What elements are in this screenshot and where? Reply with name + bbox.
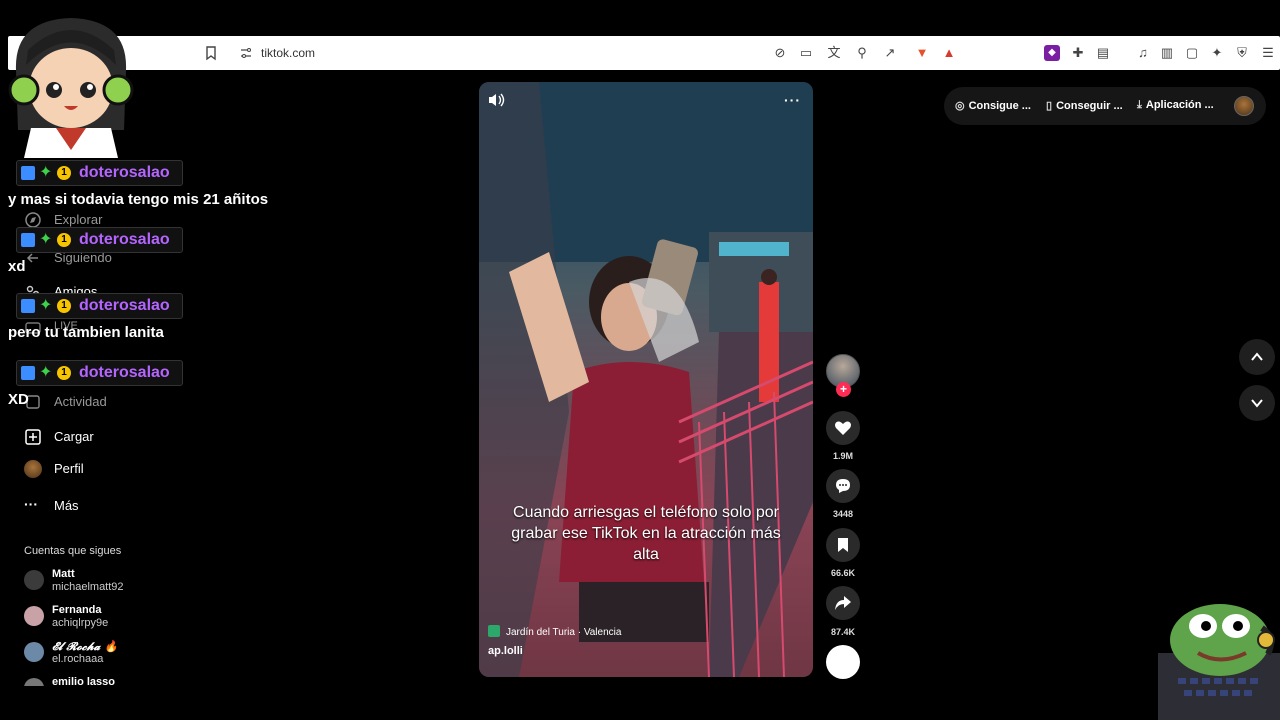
no-translate-icon[interactable]: ⊘: [772, 45, 788, 61]
share-button[interactable]: [826, 586, 860, 620]
profile-icon: [24, 460, 42, 478]
chat-user-badge: ✦ 1 doterosalao: [16, 227, 183, 253]
get-coins-button[interactable]: ◎ Consigue ...: [955, 99, 1031, 112]
badge-icon: [21, 166, 35, 180]
bookmark-icon[interactable]: [204, 45, 218, 61]
chat-message: y mas si todavia tengo mis 21 añitos: [8, 191, 269, 208]
avatar: [24, 570, 44, 590]
top-actions: ◎ Consigue ... ▯ Conseguir ... ⤓ Aplicación…: [944, 87, 1266, 125]
account-item[interactable]: emilio lasso: [24, 676, 224, 686]
music-icon[interactable]: ♫: [1135, 45, 1151, 61]
share-count: 87.4K: [830, 627, 856, 637]
reader-icon[interactable]: ▤: [1095, 45, 1111, 61]
badge-icon: [21, 233, 35, 247]
site-settings-icon[interactable]: [240, 47, 252, 59]
account-item[interactable]: Matt michaelmatt92: [24, 568, 224, 598]
more-icon: ···: [24, 496, 38, 512]
download-icon: ⤓: [1137, 99, 1142, 111]
coin-icon: ◎: [955, 100, 965, 112]
get-app-button[interactable]: ▯ Conseguir ...: [1046, 99, 1123, 112]
badge-icon: ✦: [39, 364, 53, 381]
badge-icon: 1: [57, 233, 71, 247]
save-count: 66.6K: [830, 568, 856, 578]
follow-button[interactable]: +: [836, 382, 851, 397]
more-options-icon[interactable]: ···: [784, 92, 801, 108]
rewards-icon[interactable]: ▲: [941, 45, 957, 61]
chat-message: pero tu tambien lanita: [8, 324, 164, 341]
chevron-down-icon: [1251, 399, 1263, 408]
streamer-avatar: [8, 18, 134, 158]
music-disc[interactable]: [826, 645, 860, 679]
browser-toolbar: tiktok.com ⊘ ▭ 文 ⚲ ↗ ▼ ▲ ◆ ✚ ▤ ♫ ▥ ▢ ✦ ⛨…: [8, 36, 1280, 70]
video-frame: [479, 82, 813, 677]
bookmark-icon: [838, 538, 848, 552]
badge-icon: ✦: [39, 164, 53, 181]
heart-icon: [835, 421, 851, 435]
zoom-icon[interactable]: ⚲: [854, 45, 870, 61]
pepe-overlay: [1158, 604, 1280, 720]
account-item[interactable]: 𝓔𝓵 𝓡𝓸𝓬𝓱𝓪 🔥 el.rochaaa: [24, 640, 224, 670]
chat-message: XD: [8, 391, 29, 408]
badge-icon: [21, 299, 35, 313]
badge-icon: 1: [57, 366, 71, 380]
ai-icon[interactable]: ✦: [1209, 45, 1225, 61]
volume-icon[interactable]: [487, 92, 505, 108]
video-author[interactable]: ap.lolli: [488, 645, 523, 657]
profile-avatar[interactable]: [1234, 96, 1254, 116]
video-player[interactable]: ··· Cuando arriesgas el teléfono solo po…: [479, 82, 813, 677]
badge-icon: 1: [57, 299, 71, 313]
video-caption: Cuando arriesgas el teléfono solo por gr…: [511, 504, 781, 563]
upload-icon: [25, 429, 41, 445]
badge-icon: 1: [57, 166, 71, 180]
comment-icon: [836, 479, 850, 493]
chat-user-badge: ✦ 1 doterosalao: [16, 160, 183, 186]
url-text: tiktok.com: [261, 46, 316, 60]
video-location[interactable]: Jardín del Turia · Valencia: [488, 625, 621, 638]
desktop-app-button[interactable]: ⤓ Aplicación ...: [1137, 99, 1214, 112]
avatar: [24, 642, 44, 662]
following-section-title: Cuentas que sigues: [24, 545, 122, 557]
chevron-up-icon: [1251, 352, 1263, 361]
chat-user-badge: ✦ 1 doterosalao: [16, 293, 183, 319]
location-icon: [488, 625, 500, 637]
share-icon: [835, 596, 851, 610]
extension-icon[interactable]: ◆: [1044, 45, 1060, 61]
chat-user-badge: ✦ 1 doterosalao: [16, 360, 183, 386]
share-icon[interactable]: ↗: [882, 45, 898, 61]
avatar: [24, 606, 44, 626]
next-video-button[interactable]: [1239, 385, 1275, 421]
brave-shield-icon[interactable]: ▼: [914, 45, 930, 61]
cast-icon[interactable]: ▭: [798, 45, 814, 61]
comment-button[interactable]: [826, 469, 860, 503]
translate-icon[interactable]: 文: [826, 45, 842, 61]
badge-icon: ✦: [39, 297, 53, 314]
comment-count: 3448: [832, 509, 854, 519]
account-item[interactable]: Fernanda achiqlrpy9e: [24, 604, 224, 634]
save-button[interactable]: [826, 528, 860, 562]
chat-message: xd: [8, 258, 26, 275]
sidebar-icon[interactable]: ▥: [1159, 45, 1175, 61]
like-count: 1.9M: [832, 451, 853, 461]
phone-icon: ▯: [1046, 100, 1053, 112]
avatar: [24, 678, 44, 686]
badge-icon: [21, 366, 35, 380]
vpn-icon[interactable]: ⛨: [1234, 45, 1250, 61]
puzzle-icon[interactable]: ✚: [1070, 45, 1086, 61]
menu-icon[interactable]: ☰: [1260, 45, 1276, 61]
badge-icon: ✦: [39, 231, 53, 248]
previous-video-button[interactable]: [1239, 339, 1275, 375]
like-button[interactable]: [826, 411, 860, 445]
wallet-icon[interactable]: ▢: [1184, 45, 1200, 61]
